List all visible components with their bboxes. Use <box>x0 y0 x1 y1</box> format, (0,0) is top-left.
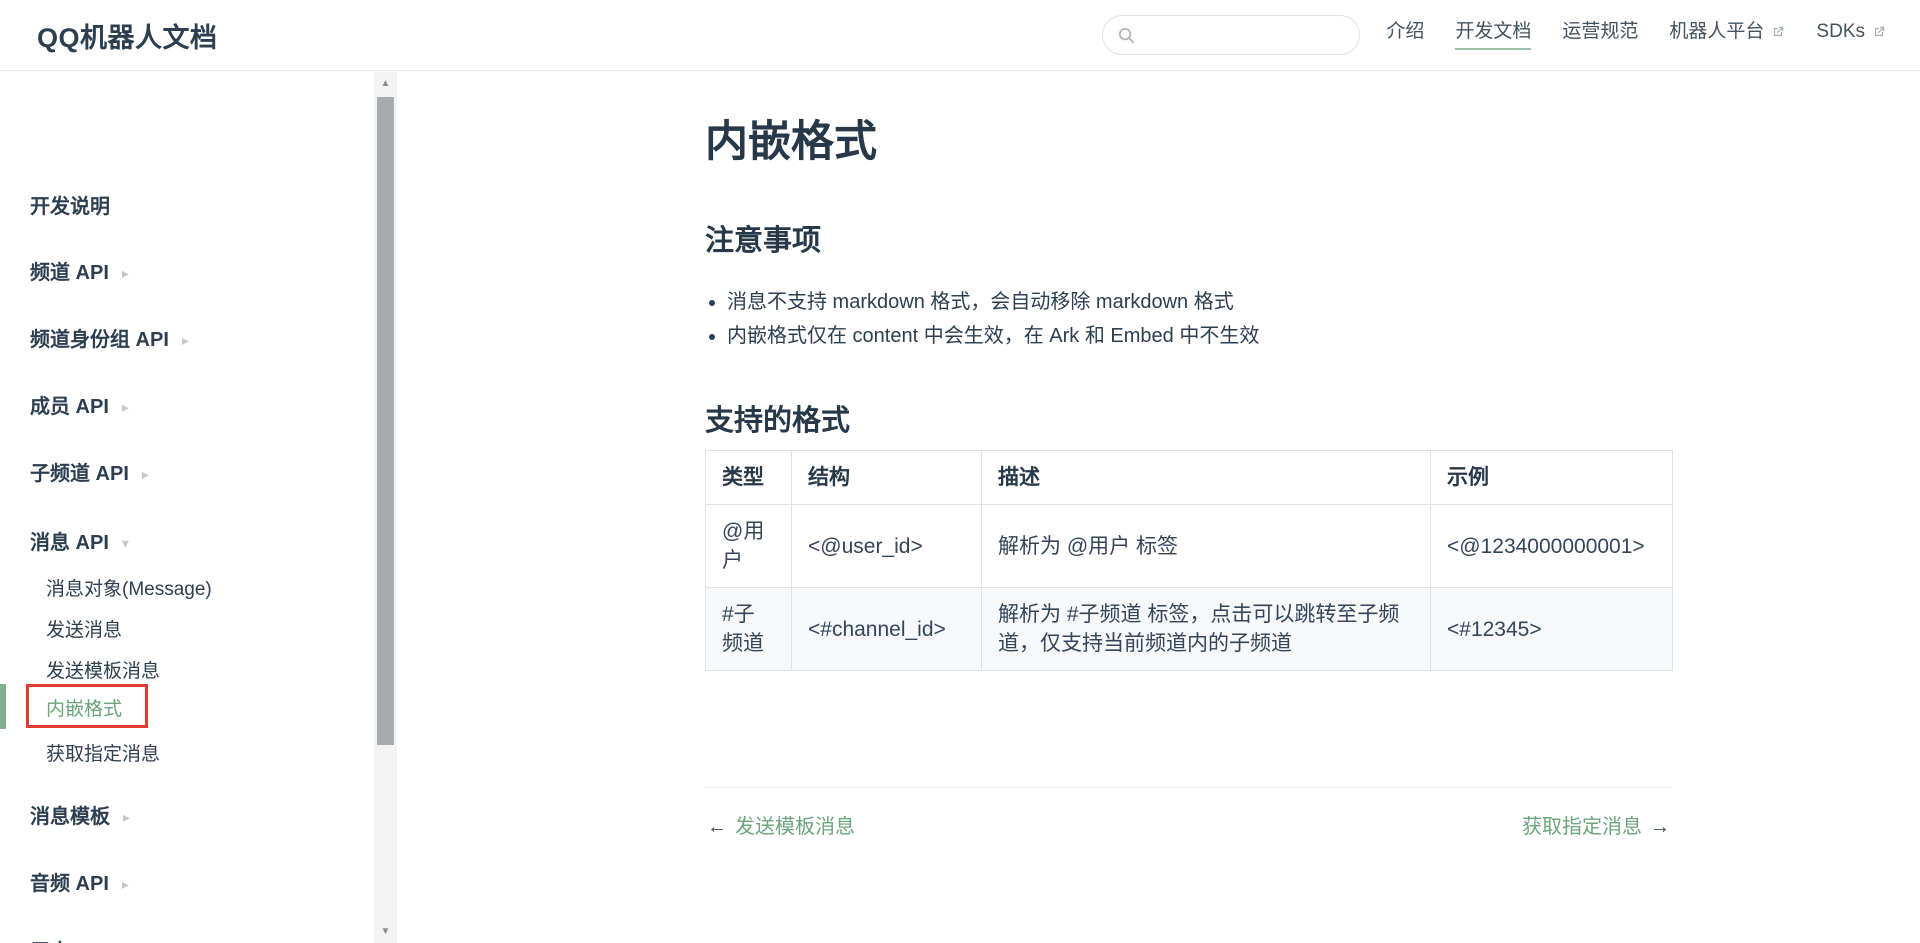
sidebar-item-label: 子频道 API <box>30 461 129 487</box>
sidebar-item-label: 获取指定消息 <box>46 744 160 765</box>
nav-link-label: 介绍 <box>1386 21 1424 43</box>
sidebar-group-3[interactable]: 成员 API ▸ <box>30 394 129 420</box>
sidebar-group-13[interactable]: 用户 API▸ <box>30 939 129 943</box>
nav-link-1[interactable]: 开发文档 <box>1455 21 1531 50</box>
sidebar-scrollbar[interactable]: ▲ ▼ <box>374 72 397 943</box>
sidebar-item-label: 音频 API <box>30 871 109 897</box>
sidebar-group-4[interactable]: 子频道 API ▸ <box>30 461 149 487</box>
next-page-link[interactable]: 获取指定消息 <box>1522 816 1642 838</box>
external-link-icon <box>1872 25 1886 39</box>
search-box[interactable] <box>1102 15 1360 55</box>
sidebar-item-6[interactable]: 消息对象(Message) <box>46 577 212 603</box>
active-item-indicator <box>0 684 6 729</box>
sidebar-item-label: 内嵌格式 <box>46 699 122 720</box>
nav-link-4[interactable]: SDKs <box>1816 21 1886 50</box>
sidebar-item-label: 成员 API <box>30 394 109 420</box>
sidebar: 开发说明频道 API ▸ 频道身份组 API ▸ 成员 API ▸ 子频道 API ▸ 消息 A… <box>0 72 400 943</box>
sidebar-item-label: 开发说明 <box>30 194 110 220</box>
sidebar-item-7[interactable]: 发送消息 <box>46 618 122 644</box>
note-item-1: 内嵌格式仅在 content 中会生效，在 Ark 和 Embed 中不生效 <box>727 319 1672 353</box>
nav-link-3[interactable]: 机器人平台 <box>1669 21 1785 50</box>
table-header-cell: 结构 <box>792 451 982 505</box>
scroll-up-button[interactable]: ▲ <box>374 72 397 95</box>
table-cell: 解析为 @用户 标签 <box>982 505 1431 588</box>
caret-right-icon: ▸ <box>122 266 129 280</box>
nav-link-label: 运营规范 <box>1562 21 1638 43</box>
sidebar-item-label: 发送模板消息 <box>46 661 160 682</box>
table-cell: <@user_id> <box>792 505 982 588</box>
section-heading-notes: 注意事项 <box>705 223 1672 259</box>
app: QQ机器人文档 介绍开发文档运营规范机器人平台SDKs 开发说明频道 API▸频… <box>0 0 1920 943</box>
main-content: 内嵌格式 注意事项 消息不支持 markdown 格式，会自动移除 markdo… <box>705 72 1672 840</box>
table-row-0: @用户<@user_id>解析为 @用户 标签<@1234000000001> <box>706 505 1673 588</box>
table-cell: <#channel_id> <box>792 588 982 671</box>
table-cell: #子频道 <box>706 588 792 671</box>
sidebar-item-label: 消息对象(Message) <box>46 579 212 600</box>
caret-right-icon: ▸ <box>122 877 129 891</box>
caret-right-icon: ▸ <box>142 467 149 481</box>
nav-link-0[interactable]: 介绍 <box>1386 21 1424 50</box>
nav-link-2[interactable]: 运营规范 <box>1562 21 1638 50</box>
left-arrow-icon: ← <box>707 816 727 838</box>
next-page: 获取指定消息 → <box>1522 814 1670 840</box>
sidebar-group-12[interactable]: 音频 API ▸ <box>30 871 129 897</box>
nav-links: 介绍 开发文档 运营规范 机器人平台 SDKs <box>1386 21 1886 50</box>
caret-right-icon: ▸ <box>182 333 189 347</box>
navbar-right: 介绍 开发文档 运营规范 机器人平台 SDKs <box>1102 15 1886 55</box>
sidebar-item-9[interactable]: 内嵌格式 <box>46 697 122 723</box>
table-cell: <#12345> <box>1431 588 1673 671</box>
nav-link-label: SDKs <box>1816 21 1865 43</box>
table-header-cell: 示例 <box>1431 451 1673 505</box>
scrollbar-thumb[interactable] <box>377 97 394 745</box>
caret-right-icon: ▸ <box>122 400 129 414</box>
page-nav: ← 发送模板消息 获取指定消息 → <box>705 787 1672 840</box>
navbar: QQ机器人文档 介绍 开发文档 运营规范 机器人平台 SDKs <box>0 0 1920 71</box>
sidebar-item-label: 用户 API <box>30 939 109 943</box>
caret-down-icon: ▾ <box>122 536 129 550</box>
prev-page-link[interactable]: 发送模板消息 <box>735 816 855 838</box>
section-heading-formats: 支持的格式 <box>705 403 1672 439</box>
sidebar-item-label: 频道身份组 API <box>30 327 169 353</box>
table-cell: @用户 <box>706 505 792 588</box>
table-cell: 解析为 #子频道 标签，点击可以跳转至子频道，仅支持当前频道内的子频道 <box>982 588 1431 671</box>
note-item-0: 消息不支持 markdown 格式，会自动移除 markdown 格式 <box>727 285 1672 319</box>
sidebar-group-5[interactable]: 消息 API ▾ <box>30 530 129 556</box>
sidebar-item-10[interactable]: 获取指定消息 <box>46 742 160 768</box>
caret-right-icon: ▸ <box>123 810 130 824</box>
external-link-icon <box>1771 25 1785 39</box>
sidebar-group-0[interactable]: 开发说明 <box>30 194 110 220</box>
formats-table: 类型结构描述示例 @用户<@user_id>解析为 @用户 标签<@123400… <box>705 450 1673 671</box>
notes-list: 消息不支持 markdown 格式，会自动移除 markdown 格式内嵌格式仅… <box>705 285 1672 353</box>
table-header-row: 类型结构描述示例 <box>706 451 1673 505</box>
site-title[interactable]: QQ机器人文档 <box>37 16 218 55</box>
table-header-cell: 类型 <box>706 451 792 505</box>
page-title: 内嵌格式 <box>705 116 1672 168</box>
search-input[interactable] <box>1146 25 1345 45</box>
sidebar-group-11[interactable]: 消息模板 ▸ <box>30 804 130 830</box>
sidebar-item-label: 发送消息 <box>46 620 122 641</box>
prev-page: ← 发送模板消息 <box>707 814 855 840</box>
sidebar-item-label: 消息 API <box>30 530 109 556</box>
right-arrow-icon: → <box>1650 816 1670 838</box>
sidebar-item-8[interactable]: 发送模板消息 <box>46 659 160 685</box>
table-header-cell: 描述 <box>982 451 1431 505</box>
scroll-down-button[interactable]: ▼ <box>374 920 397 943</box>
sidebar-item-label: 消息模板 <box>30 804 110 830</box>
table-cell: <@1234000000001> <box>1431 505 1673 588</box>
nav-link-label: 开发文档 <box>1455 21 1531 43</box>
nav-link-label: 机器人平台 <box>1669 21 1764 43</box>
table-row-1: #子频道<#channel_id>解析为 #子频道 标签，点击可以跳转至子频道，… <box>706 588 1673 671</box>
sidebar-group-2[interactable]: 频道身份组 API ▸ <box>30 327 189 353</box>
sidebar-item-label: 频道 API <box>30 260 109 286</box>
sidebar-group-1[interactable]: 频道 API ▸ <box>30 260 129 286</box>
search-icon <box>1117 26 1136 45</box>
